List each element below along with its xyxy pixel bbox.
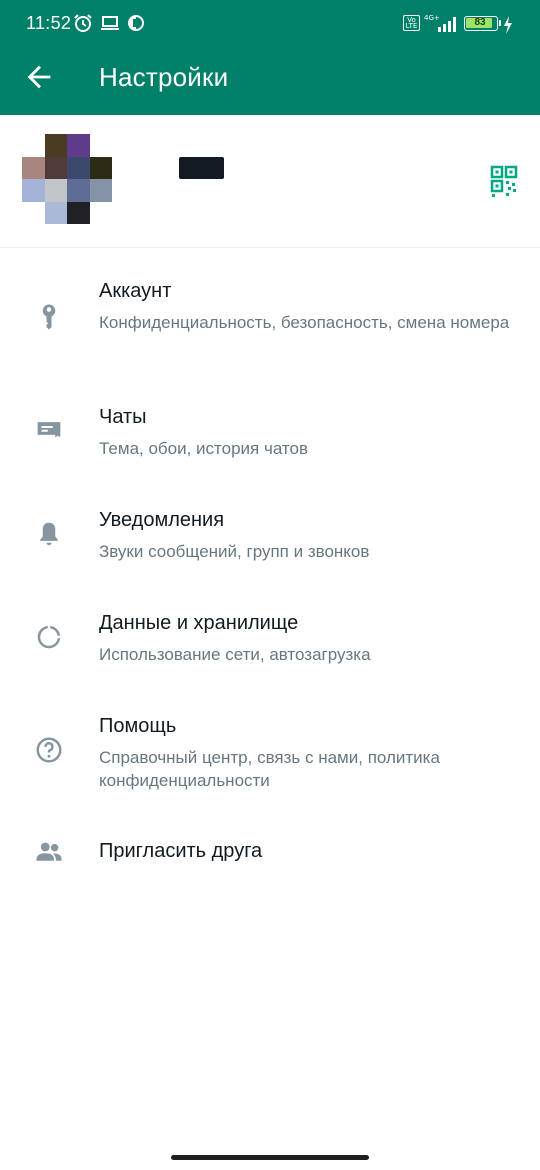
page-title: Настройки [99,62,229,92]
menu-item-notifications[interactable]: Уведомления Звуки сообщений, групп и зво… [0,505,540,585]
status-time: 11:52 [26,13,72,33]
menu-item-label: Чаты [99,406,147,428]
status-bar: 11:52 Vo LTE 4G+ 83 [0,0,540,46]
menu-item-subtitle: Конфиденциальность, безопасность, смена … [99,313,510,332]
menu-item-label: Пригласить друга [99,840,263,862]
help-icon [36,737,62,763]
home-indicator[interactable] [171,1155,369,1160]
alarm-icon [74,14,92,32]
bell-icon [40,522,58,546]
data-usage-icon [37,625,61,649]
menu-item-subtitle: Звуки сообщений, групп и звонков [99,542,370,561]
menu-item-chats[interactable]: Чаты Тема, обои, история чатов [0,402,540,482]
avatar[interactable] [22,134,112,224]
laptop-icon [101,16,119,30]
menu-item-subtitle: Тема, обои, история чатов [99,439,309,458]
key-icon [42,304,56,330]
chat-icon [37,422,61,438]
profile-name-redacted [179,157,224,179]
menu-item-data-storage[interactable]: Данные и хранилище Использование сети, а… [0,608,540,688]
menu-item-account[interactable]: Аккаунт Конфиденциальность, безопасность… [0,276,540,386]
menu-item-invite-friend[interactable]: Пригласить друга [0,833,540,873]
qr-code-icon[interactable] [490,165,518,199]
arrow-back-icon[interactable] [22,60,56,94]
profile-row[interactable] [0,115,540,248]
signal-icon [438,17,456,32]
menu-item-subtitle: Справочный центр, связь с нами, политика… [99,748,440,790]
menu-item-label: Аккаунт [99,280,172,302]
app-bar: Настройки [0,46,540,115]
app-notification-icon [128,15,144,31]
menu-item-label: Помощь [99,715,177,737]
battery-indicator: 83 [464,16,501,31]
app-header: 11:52 Vo LTE 4G+ 83 Настройки [0,0,540,115]
menu-item-label: Уведомления [99,509,225,531]
menu-item-label: Данные и хранилище [99,612,299,634]
volte-indicator: Vo LTE [403,15,420,31]
battery-percent: 83 [474,17,486,28]
menu-item-subtitle: Использование сети, автозагрузка [99,645,371,664]
charging-icon [504,16,512,34]
menu-item-help[interactable]: Помощь Справочный центр, связь с нами, п… [0,711,540,811]
people-icon [36,842,62,861]
